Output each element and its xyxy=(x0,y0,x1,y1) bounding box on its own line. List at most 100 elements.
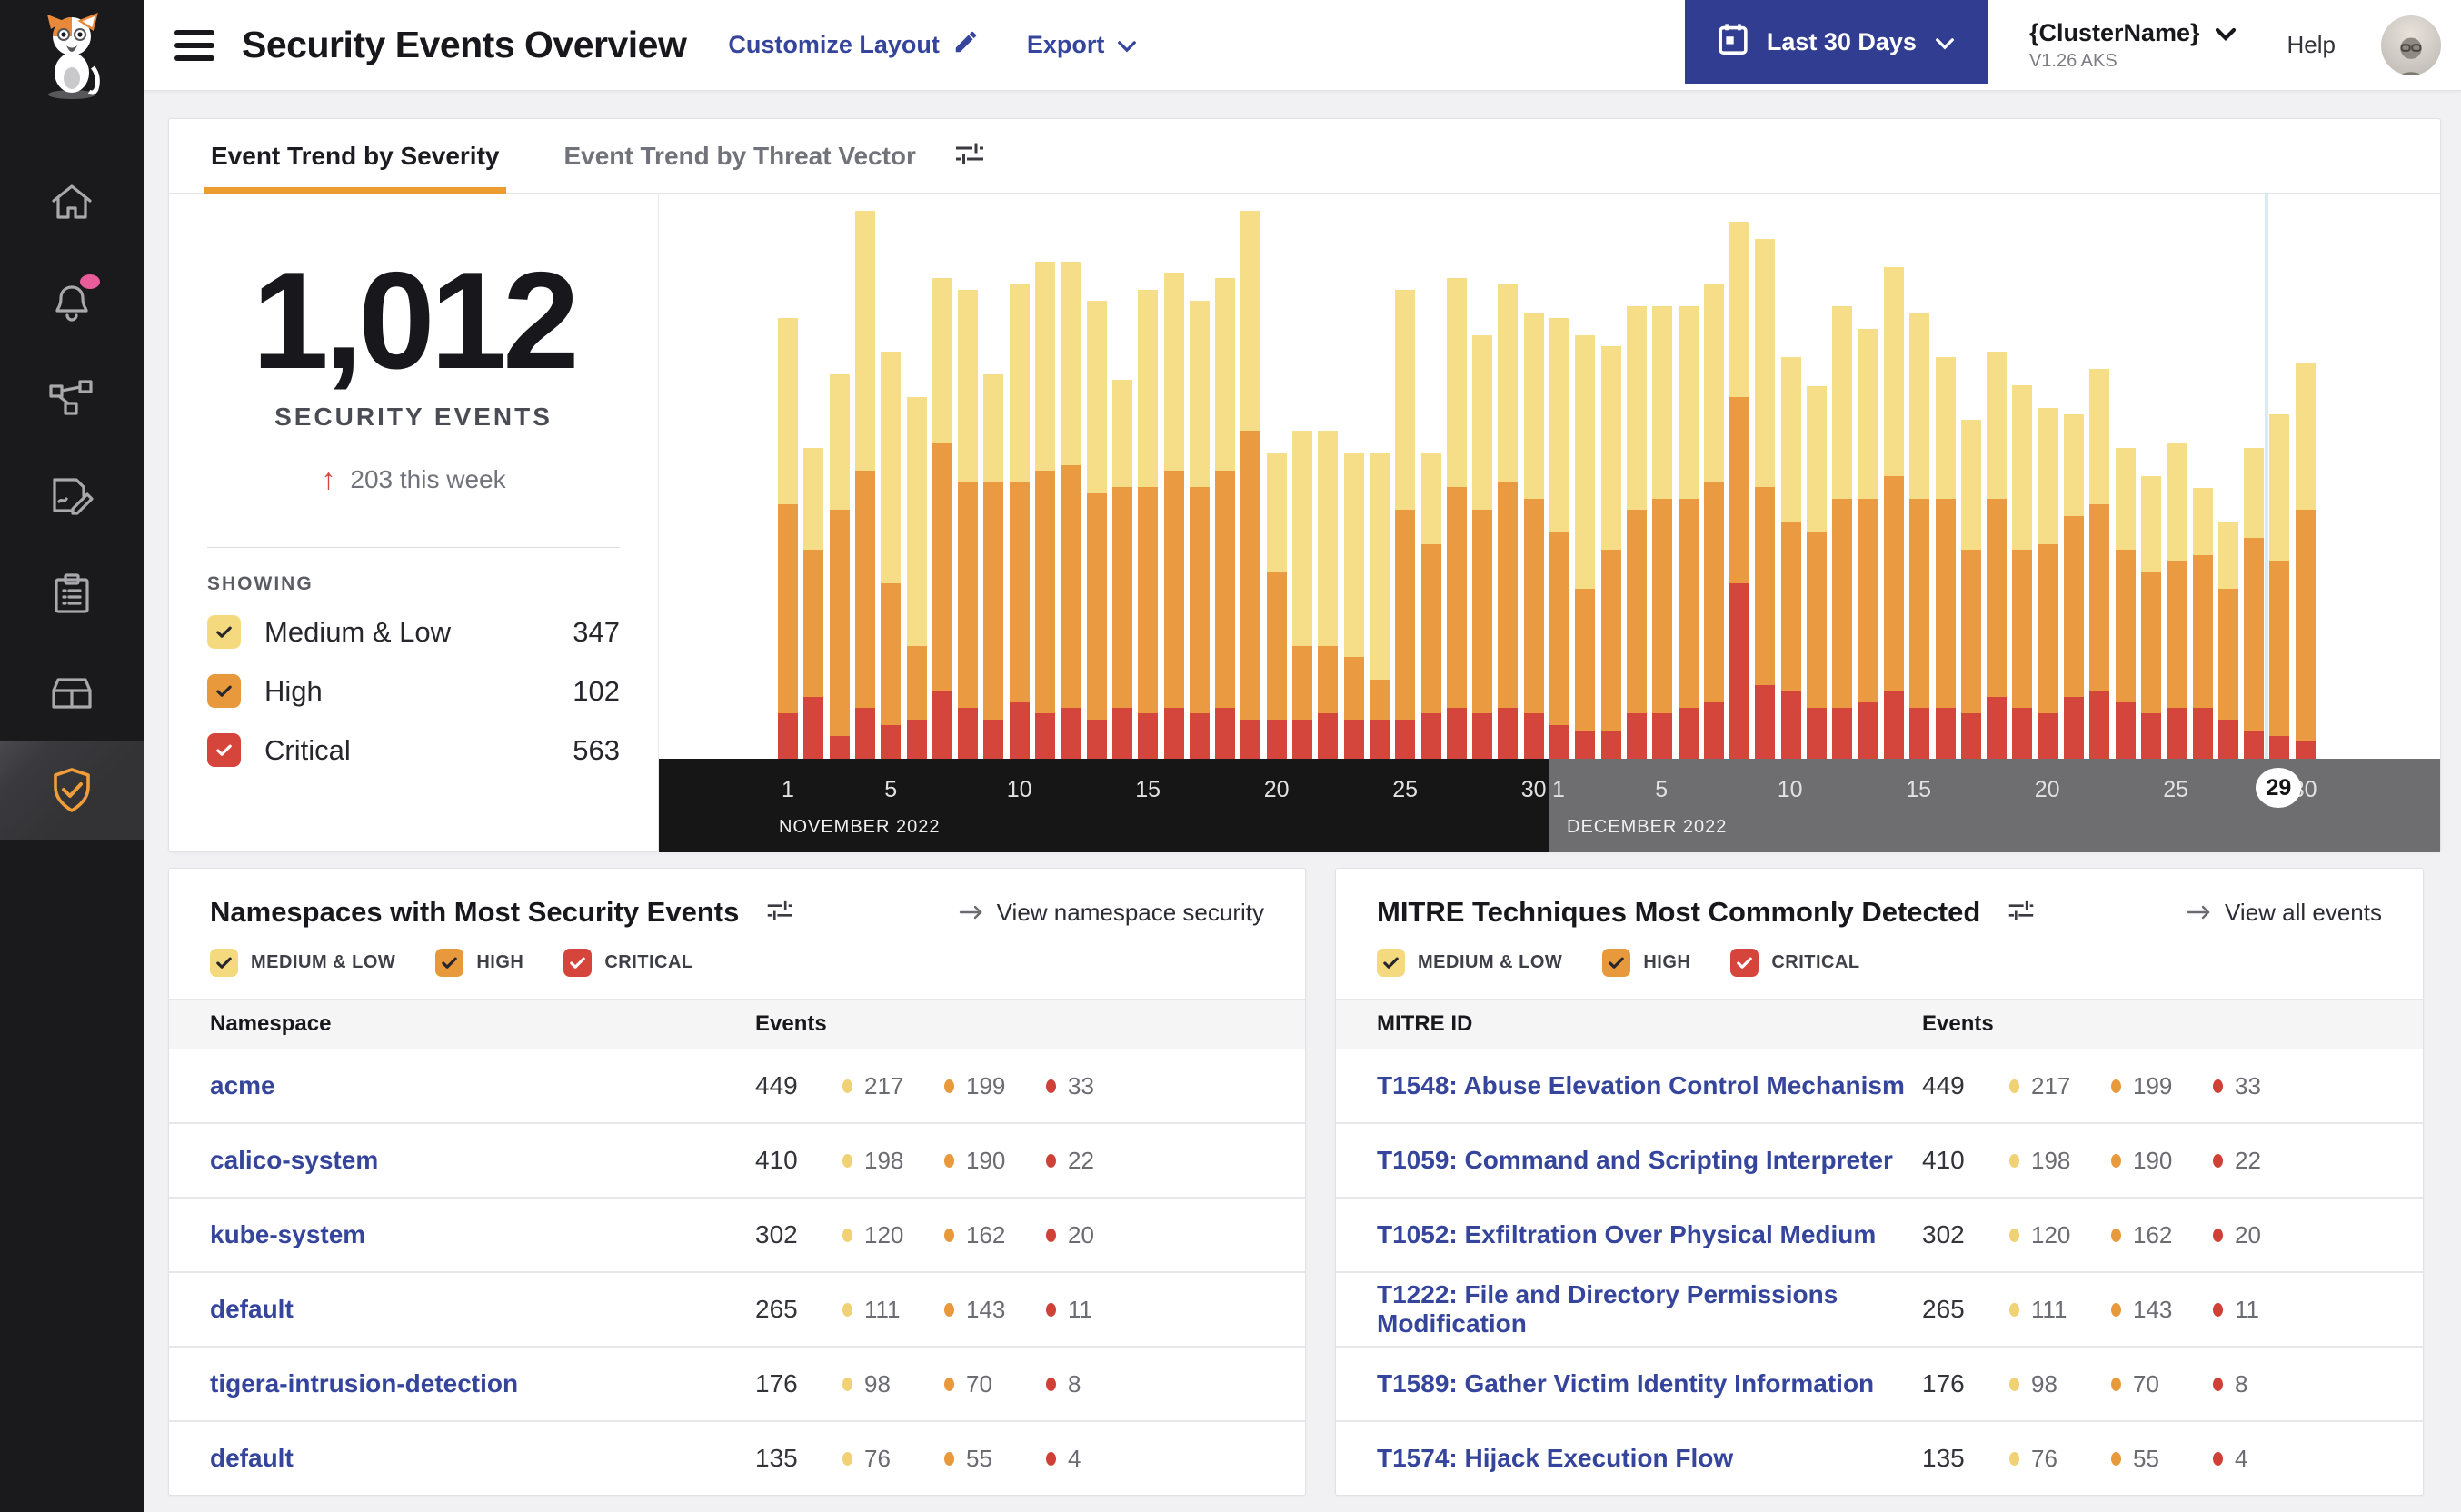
bar-november-10[interactable] xyxy=(1009,284,1030,759)
row-link[interactable]: T1222: File and Directory Permissions Mo… xyxy=(1377,1280,1922,1338)
user-avatar[interactable] xyxy=(2381,15,2441,75)
bar-november-30[interactable] xyxy=(1523,312,1544,759)
row-link[interactable]: default xyxy=(210,1444,755,1473)
bar-november-18[interactable] xyxy=(1215,278,1236,759)
bar-november-13[interactable] xyxy=(1086,301,1107,759)
view-namespace-security-link[interactable]: View namespace security xyxy=(959,899,1264,927)
bar-november-24[interactable] xyxy=(1369,453,1390,759)
cluster-dropdown[interactable]: {ClusterName} xyxy=(2029,19,2237,47)
bar-december-26[interactable] xyxy=(2192,487,2213,759)
row-link[interactable]: T1052: Exfiltration Over Physical Medium xyxy=(1377,1220,1922,1249)
bar-november-22[interactable] xyxy=(1318,431,1339,759)
bar-december-22[interactable] xyxy=(2089,368,2110,759)
bar-december-3[interactable] xyxy=(1600,346,1621,759)
bar-december-12[interactable] xyxy=(1832,306,1853,759)
bar-december-1[interactable] xyxy=(1549,317,1569,759)
row-link[interactable]: T1574: Hijack Execution Flow xyxy=(1377,1444,1922,1473)
help-link[interactable]: Help xyxy=(2287,31,2336,59)
row-link[interactable]: tigera-intrusion-detection xyxy=(210,1369,755,1398)
bar-december-18[interactable] xyxy=(1987,352,2008,759)
bar-november-6[interactable] xyxy=(906,396,927,759)
row-link[interactable]: calico-system xyxy=(210,1146,755,1175)
bar-november-15[interactable] xyxy=(1138,289,1159,759)
bar-november-9[interactable] xyxy=(983,374,1004,759)
bar-december-24[interactable] xyxy=(2140,476,2161,759)
bar-november-8[interactable] xyxy=(958,289,979,759)
bar-november-23[interactable] xyxy=(1343,453,1364,759)
bar-november-17[interactable] xyxy=(1189,301,1210,759)
severity-checkbox[interactable] xyxy=(207,615,241,649)
filter-chip-critical[interactable]: CRITICAL xyxy=(1730,949,1859,977)
bar-december-10[interactable] xyxy=(1780,357,1801,759)
tab-event-trend-by-threat-vector[interactable]: Event Trend by Threat Vector xyxy=(556,119,922,193)
bar-december-30[interactable] xyxy=(2295,363,2316,759)
severity-checkbox[interactable] xyxy=(1602,949,1631,977)
bar-december-14[interactable] xyxy=(1883,266,1904,759)
bar-december-19[interactable] xyxy=(2012,385,2033,759)
bar-december-27[interactable] xyxy=(2217,521,2238,759)
severity-checkbox[interactable] xyxy=(210,949,238,977)
bar-november-26[interactable] xyxy=(1420,453,1441,759)
filter-chip-high[interactable]: HIGH xyxy=(435,949,523,977)
bar-november-28[interactable] xyxy=(1472,334,1493,759)
bar-december-28[interactable] xyxy=(2244,447,2265,759)
bar-december-16[interactable] xyxy=(1935,357,1956,759)
bar-december-25[interactable] xyxy=(2167,442,2187,759)
export-button[interactable]: Export xyxy=(1027,31,1138,59)
bar-november-14[interactable] xyxy=(1111,380,1132,759)
bar-december-6[interactable] xyxy=(1678,306,1699,759)
date-range-button[interactable]: Last 30 Days xyxy=(1684,0,1988,84)
bar-december-7[interactable] xyxy=(1703,284,1724,759)
filter-chip-high[interactable]: HIGH xyxy=(1602,949,1690,977)
selected-day-badge[interactable]: 29 xyxy=(2256,768,2302,808)
row-link[interactable]: T1059: Command and Scripting Interpreter xyxy=(1377,1146,1922,1175)
bar-december-29[interactable] xyxy=(2269,413,2290,759)
bar-november-25[interactable] xyxy=(1395,289,1416,759)
bar-november-20[interactable] xyxy=(1266,453,1287,759)
bar-november-12[interactable] xyxy=(1061,261,1081,759)
bar-november-29[interactable] xyxy=(1498,284,1519,759)
calico-cat-logo[interactable] xyxy=(38,12,105,100)
hamburger-menu-icon[interactable] xyxy=(174,29,214,61)
bar-november-7[interactable] xyxy=(932,278,952,759)
bar-november-1[interactable] xyxy=(778,317,798,759)
severity-checkbox[interactable] xyxy=(563,949,593,977)
table-settings-sliders-icon[interactable] xyxy=(2008,898,2035,928)
sidebar-item-clipboard-list[interactable] xyxy=(0,545,144,643)
bar-december-4[interactable] xyxy=(1626,306,1647,759)
bar-november-19[interactable] xyxy=(1240,210,1261,759)
bar-december-2[interactable] xyxy=(1575,334,1596,759)
bar-december-17[interactable] xyxy=(1960,419,1981,759)
bar-december-11[interactable] xyxy=(1807,385,1827,759)
bar-november-5[interactable] xyxy=(881,352,902,759)
chart-settings-sliders-icon[interactable] xyxy=(954,140,985,172)
bar-november-21[interactable] xyxy=(1292,431,1312,759)
bar-december-9[interactable] xyxy=(1755,238,1776,759)
bar-november-11[interactable] xyxy=(1035,261,1055,759)
bar-december-5[interactable] xyxy=(1652,306,1673,759)
tab-event-trend-by-severity[interactable]: Event Trend by Severity xyxy=(204,119,507,194)
filter-chip-medium-low[interactable]: MEDIUM & LOW xyxy=(210,949,395,977)
severity-checkbox[interactable] xyxy=(207,733,241,767)
bar-november-4[interactable] xyxy=(854,210,875,759)
filter-chip-critical[interactable]: CRITICAL xyxy=(563,949,692,977)
row-link[interactable]: T1589: Gather Victim Identity Informatio… xyxy=(1377,1369,1922,1398)
sidebar-item-home[interactable] xyxy=(0,153,144,251)
row-link[interactable]: default xyxy=(210,1295,755,1324)
bar-december-23[interactable] xyxy=(2115,447,2136,759)
view-all-events-link[interactable]: View all events xyxy=(2187,899,2382,927)
sidebar-item-service-graph[interactable] xyxy=(0,349,144,447)
filter-chip-medium-low[interactable]: MEDIUM & LOW xyxy=(1377,949,1562,977)
severity-checkbox[interactable] xyxy=(435,949,464,977)
bar-november-2[interactable] xyxy=(803,447,824,759)
bar-december-8[interactable] xyxy=(1729,222,1750,759)
table-settings-sliders-icon[interactable] xyxy=(766,898,793,928)
bar-december-15[interactable] xyxy=(1909,312,1930,759)
sidebar-item-shield-check[interactable] xyxy=(0,741,144,840)
bar-december-21[interactable] xyxy=(2064,413,2084,759)
severity-checkbox[interactable] xyxy=(1377,949,1405,977)
row-link[interactable]: T1548: Abuse Elevation Control Mechanism xyxy=(1377,1071,1922,1100)
sidebar-item-policy-edit[interactable] xyxy=(0,447,144,545)
row-link[interactable]: kube-system xyxy=(210,1220,755,1249)
bar-november-27[interactable] xyxy=(1446,278,1467,759)
